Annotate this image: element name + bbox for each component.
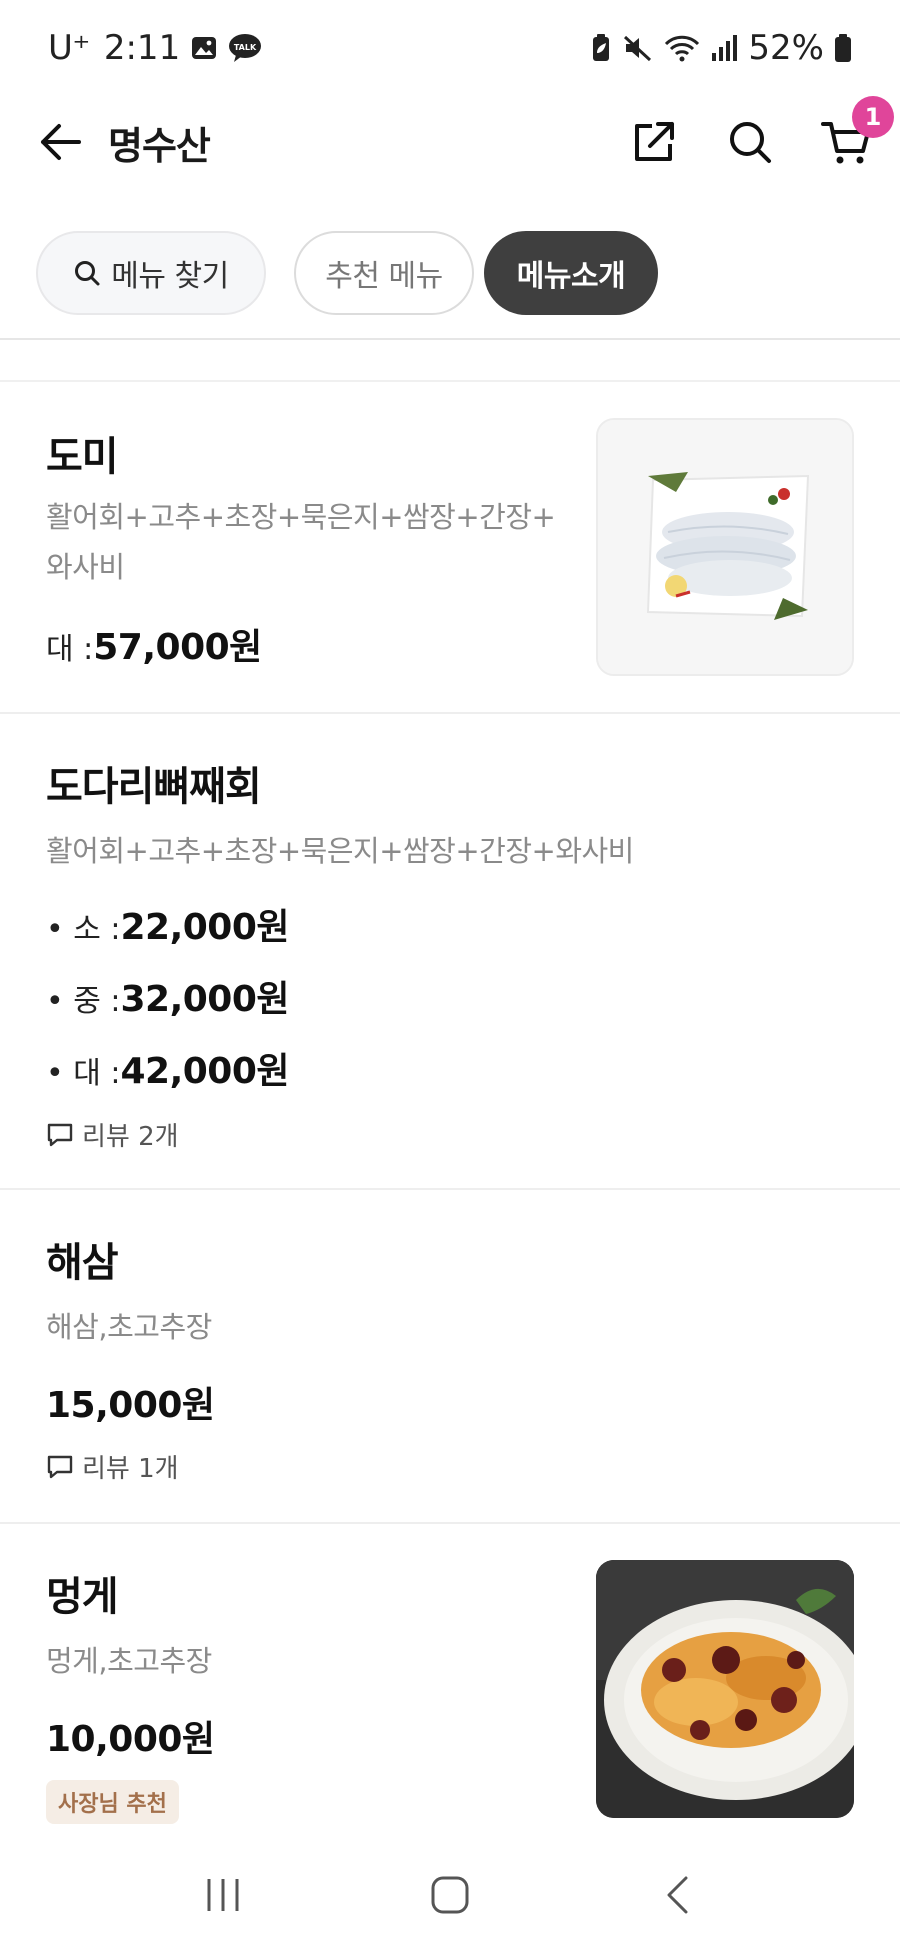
review-count-label: 리뷰 2개 (82, 1122, 179, 1152)
menu-item-haesam[interactable]: 해삼 해삼,초고추장 15,000원 리뷰 1개 (0, 1188, 900, 1522)
price-size-label: • 중 : (46, 984, 121, 1019)
home-icon (431, 1876, 469, 1914)
image-icon (190, 34, 218, 62)
chevron-left-icon (667, 1876, 688, 1914)
price-value: 57,000원 (93, 627, 262, 668)
cart-count-badge: 1 (852, 96, 894, 138)
battery-saver-icon (590, 33, 612, 63)
menu-item-price: • 중 : 32,000원 (46, 970, 290, 1022)
share-icon (635, 122, 674, 161)
cart-button[interactable]: 1 (820, 96, 894, 168)
price-size-label: • 대 : (46, 1056, 121, 1091)
menu-intro-chip[interactable]: 메뉴소개 (484, 231, 658, 315)
status-bar: U⁺ 2:11 TALK 52% (0, 0, 900, 96)
menu-item-domi[interactable]: 도미 활어회+고추+초장+묵은지+쌈장+간장+ 와사비 대 : 57,000원 (0, 380, 900, 712)
menu-item-name: 멍게 (46, 1574, 119, 1620)
menu-item-desc: 해삼,초고추장 (46, 1310, 212, 1344)
price-value: 42,000원 (120, 1051, 290, 1092)
menu-item-desc: 멍게,초고추장 (46, 1644, 212, 1678)
recent-apps-icon (207, 1879, 239, 1911)
search-button[interactable] (724, 116, 776, 168)
divider (0, 338, 900, 340)
share-button[interactable] (628, 116, 680, 168)
battery-icon (834, 33, 852, 63)
review-count[interactable]: 리뷰 2개 (46, 1116, 179, 1153)
search-icon (75, 261, 100, 286)
comment-icon (47, 1123, 73, 1146)
menu-search-chip[interactable]: 메뉴 찾기 (36, 231, 266, 315)
system-nav-bar (0, 1840, 900, 1950)
price-value: 32,000원 (120, 979, 290, 1020)
menu-item-name: 도다리뼈째회 (46, 764, 262, 810)
search-icon (730, 122, 771, 163)
menu-item-desc: 활어회+고추+초장+묵은지+쌈장+간장+ (46, 500, 556, 534)
system-back-button[interactable] (637, 1855, 717, 1935)
wifi-icon (664, 33, 700, 63)
owner-recommend-badge: 사장님 추천 (46, 1780, 179, 1824)
sea-squirt-photo-icon (596, 1560, 854, 1818)
talk-icon-label: TALK (234, 43, 257, 52)
menu-item-price: • 소 : 22,000원 (46, 898, 290, 950)
menu-item-price: 10,000원 (46, 1710, 215, 1762)
menu-item-price: • 대 : 42,000원 (46, 1042, 290, 1094)
review-count[interactable]: 리뷰 1개 (46, 1448, 179, 1485)
menu-item-name: 해삼 (46, 1240, 119, 1286)
menu-item-desc: 활어회+고추+초장+묵은지+쌈장+간장+와사비 (46, 834, 634, 868)
menu-item-photo (596, 1560, 854, 1818)
price-size-label: 대 : (46, 632, 94, 667)
recommended-menu-chip[interactable]: 추천 메뉴 (294, 231, 474, 315)
menu-item-desc: 와사비 (46, 550, 125, 584)
app-header: 명수산 1 (0, 96, 900, 188)
menu-item-photo (596, 418, 854, 676)
price-value: 15,000원 (46, 1385, 215, 1426)
menu-item-price: 대 : 57,000원 (46, 618, 262, 670)
talk-icon: TALK (228, 33, 262, 63)
menu-item-meongge[interactable]: 멍게 멍게,초고추장 10,000원 사장님 추천 (0, 1522, 900, 1840)
menu-item-name: 도미 (46, 434, 119, 480)
mute-icon (622, 33, 654, 63)
back-button[interactable] (36, 117, 86, 167)
signal-icon (710, 33, 738, 63)
home-button[interactable] (410, 1855, 490, 1935)
price-value: 10,000원 (46, 1719, 215, 1760)
recommended-menu-chip-label: 추천 메뉴 (325, 259, 443, 294)
menu-search-chip-label: 메뉴 찾기 (111, 259, 229, 294)
menu-filter-chips: 메뉴 찾기 추천 메뉴 메뉴소개 (0, 230, 900, 316)
recent-apps-button[interactable] (183, 1855, 263, 1935)
menu-intro-chip-label: 메뉴소개 (516, 259, 626, 294)
status-time: 2:11 (103, 28, 181, 68)
arrow-left-icon (41, 124, 81, 160)
price-size-label: • 소 : (46, 912, 121, 947)
battery-percent: 52% (748, 28, 824, 68)
store-title: 명수산 (108, 123, 211, 168)
review-count-label: 리뷰 1개 (82, 1454, 179, 1484)
menu-item-price: 15,000원 (46, 1376, 215, 1428)
comment-icon (47, 1455, 73, 1478)
sashimi-photo-icon (598, 420, 852, 674)
carrier-label: U⁺ (48, 28, 90, 68)
price-value: 22,000원 (120, 907, 290, 948)
menu-item-dodari[interactable]: 도다리뼈째회 활어회+고추+초장+묵은지+쌈장+간장+와사비 • 소 : 22,… (0, 712, 900, 1188)
